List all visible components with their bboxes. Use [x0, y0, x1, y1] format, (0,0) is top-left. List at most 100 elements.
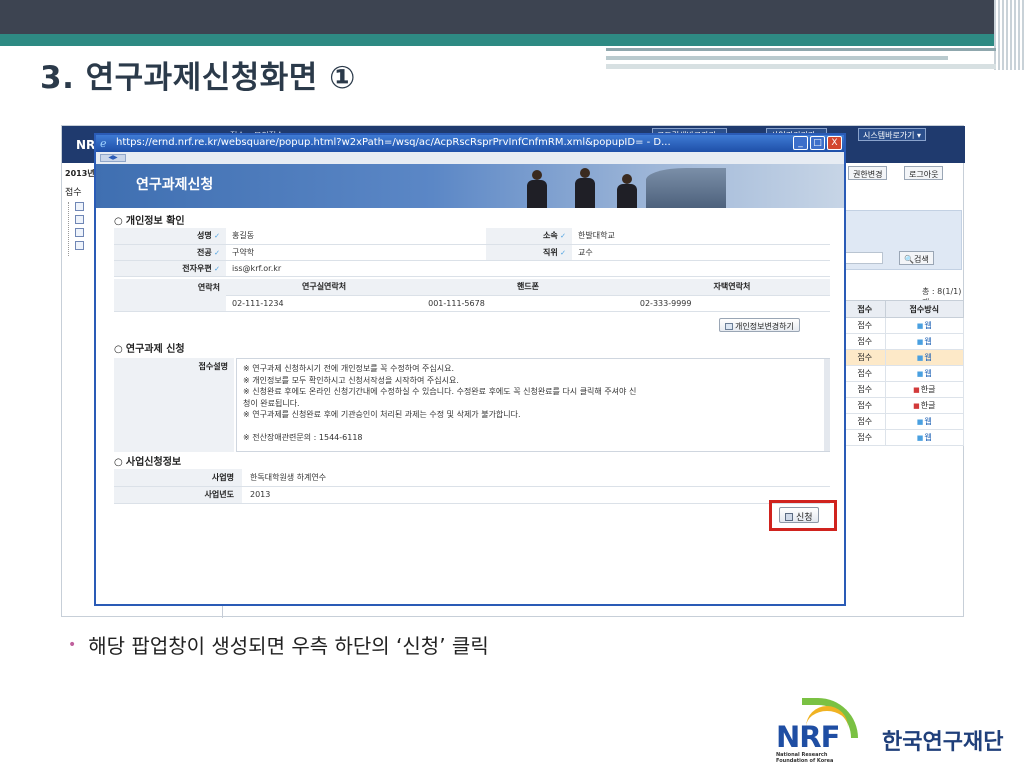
system-shortcut-button[interactable]: 시스템바로가기 ▾: [858, 128, 927, 141]
business-name-label: 사업명: [114, 469, 242, 487]
name-label: 성명: [114, 228, 226, 245]
web-badge: 웹: [917, 353, 932, 362]
notice-line: [243, 421, 823, 432]
sidebar-tree: [68, 202, 92, 256]
popup-titlebar[interactable]: ℯ https://ernd.nrf.re.kr/websquare/popup…: [96, 135, 844, 152]
notice-scrollbar[interactable]: [824, 359, 830, 451]
table-row[interactable]: 접수 한글: [844, 397, 965, 414]
notice-line: ※ 연구과제를 신청완료 후에 기관승인이 처리된 과제는 수정 및 삭제가 불…: [243, 410, 521, 419]
method-cell[interactable]: 웹: [884, 349, 965, 366]
folder-icon[interactable]: [75, 228, 84, 237]
top-banner: [0, 0, 1024, 34]
status-cell: 접수: [844, 333, 886, 350]
edit-personal-info-label: 개인정보변경하기: [735, 322, 794, 331]
contact-header-office: 연구실연락처: [226, 279, 423, 296]
method-cell[interactable]: 한글: [884, 381, 965, 398]
apply-button-label: 신청: [796, 513, 813, 523]
slide-title: 3. 연구과제신청화면 ①: [40, 60, 356, 96]
method-cell[interactable]: 웹: [884, 413, 965, 430]
search-button[interactable]: 🔍검색: [899, 251, 934, 265]
instruction-bullet: • 해당 팝업창이 생성되면 우측 하단의 ‘신청’ 클릭: [68, 630, 489, 659]
major-value: 구약학: [226, 244, 486, 261]
close-button[interactable]: X: [827, 136, 842, 150]
contact-header-home: 자택연락처: [633, 279, 830, 296]
folder-icon[interactable]: [75, 202, 84, 211]
affiliation-label: 소속: [486, 228, 572, 245]
window-controls: _ □ X: [793, 136, 842, 150]
contact-label: 연락처: [114, 279, 226, 312]
method-cell[interactable]: 웹: [884, 365, 965, 382]
back-forward-icon[interactable]: ◀▶: [100, 154, 126, 162]
logout-button[interactable]: 로그아웃: [904, 166, 944, 180]
personal-info-table: 성명 홍길동 소속 한발대학교 전공 구약학 직위 교수 전자우편 iss@kr…: [114, 228, 830, 277]
sidebar-label: 접수: [65, 188, 82, 198]
contact-header-mobile: 핸드폰: [422, 279, 634, 296]
folder-icon[interactable]: [75, 241, 84, 250]
banner-photo: [526, 164, 846, 208]
email-label: 전자우편: [114, 260, 226, 277]
popup-url-title: https://ernd.nrf.re.kr/websquare/popup.h…: [116, 137, 671, 148]
method-cell[interactable]: 한글: [884, 397, 965, 414]
search-icon: 🔍: [904, 255, 914, 264]
business-name-value: 한독대학원생 하계연수: [242, 469, 830, 487]
search-button-label: 검색: [913, 255, 929, 264]
position-value: 교수: [572, 244, 830, 261]
apply-button[interactable]: 신청: [779, 507, 819, 523]
table-row[interactable]: 접수 웹: [844, 349, 965, 366]
notice-line: 청이 완료됩니다.: [243, 398, 300, 408]
logo-mark: NRF: [776, 720, 840, 754]
personal-info-section-title: 개인정보 확인: [114, 212, 185, 227]
decorative-line: [606, 48, 996, 51]
method-cell[interactable]: 웹: [884, 333, 965, 350]
decorative-line: [606, 56, 948, 60]
web-badge: 웹: [917, 321, 932, 330]
business-section-title: 사업신청정보: [114, 453, 181, 468]
search-input[interactable]: [841, 252, 883, 264]
instruction-text: 해당 팝업창이 생성되면 우측 하단의 ‘신청’ 클릭: [88, 634, 489, 658]
folder-icon[interactable]: [75, 215, 84, 224]
business-info-table: 사업명 한독대학원생 하계연수 사업년도 2013: [114, 469, 830, 504]
table-row[interactable]: 접수 웹: [844, 365, 965, 382]
table-row[interactable]: 접수 웹: [844, 333, 965, 350]
web-badge: 웹: [917, 433, 932, 442]
notice-line: ※ 신청완료 후에도 온라인 신청기간내에 수정하실 수 있습니다. 수정완료 …: [243, 387, 637, 396]
contact-home-value: 02-333-9999: [633, 295, 830, 312]
apply-popup-window: ℯ https://ernd.nrf.re.kr/websquare/popup…: [94, 133, 846, 606]
table-row[interactable]: 접수 웹: [844, 317, 965, 334]
edit-personal-info-button[interactable]: 개인정보변경하기: [719, 318, 800, 332]
contact-table: 연락처 연구실연락처 핸드폰 자택연락처 02-111-1234 001-111…: [114, 279, 830, 312]
column-header: 접수: [844, 300, 886, 318]
application-section-title: 연구과제 신청: [114, 340, 185, 355]
logo-subtitle-line: Foundation of Korea: [776, 758, 834, 764]
web-badge: 웹: [917, 337, 932, 346]
decorative-stripes: [994, 0, 1024, 70]
table-row[interactable]: 접수 웹: [844, 429, 965, 446]
status-cell: 접수: [844, 349, 886, 366]
web-badge: 웹: [917, 369, 932, 378]
status-cell: 접수: [844, 381, 886, 398]
save-icon: [785, 513, 793, 521]
contact-mobile-value: 001-111-5678: [422, 295, 634, 312]
notice-line: ※ 전산장애관련문의 : 1544-6118: [243, 432, 363, 442]
hangul-file-badge: 한글: [913, 401, 935, 410]
popup-banner-title: 연구과제신청: [136, 177, 214, 193]
notice-text-box[interactable]: ※ 연구과제 신청하시기 전에 개인정보를 꼭 수정하여 주십시요. ※ 개인정…: [236, 358, 830, 452]
minimize-button[interactable]: _: [793, 136, 808, 150]
maximize-button[interactable]: □: [810, 136, 825, 150]
notice-label: 접수설명: [114, 358, 234, 452]
method-cell[interactable]: 웹: [884, 317, 965, 334]
submission-table: 접수 접수방식 접수웹접수웹접수웹접수웹접수한글접수한글접수웹접수웹: [844, 300, 965, 446]
position-label: 직위: [486, 244, 572, 261]
notice-line: ※ 개인정보를 모두 확인하시고 신청서작성을 시작하여 주십시요.: [243, 375, 459, 385]
table-row[interactable]: 접수 웹: [844, 413, 965, 430]
permission-change-button[interactable]: 권한변경: [848, 166, 888, 180]
method-cell[interactable]: 웹: [884, 429, 965, 446]
affiliation-value: 한발대학교: [572, 228, 830, 245]
logo-subtitle: National Research Foundation of Korea: [776, 752, 833, 764]
table-row[interactable]: 접수 한글: [844, 381, 965, 398]
hangul-file-badge: 한글: [913, 385, 935, 394]
column-header: 접수방식: [884, 300, 965, 318]
nrf-logo: NRF National Research Foundation of Kore…: [776, 698, 1016, 764]
logo-korean-name: 한국연구재단: [882, 730, 1004, 755]
status-cell: 접수: [844, 429, 886, 446]
